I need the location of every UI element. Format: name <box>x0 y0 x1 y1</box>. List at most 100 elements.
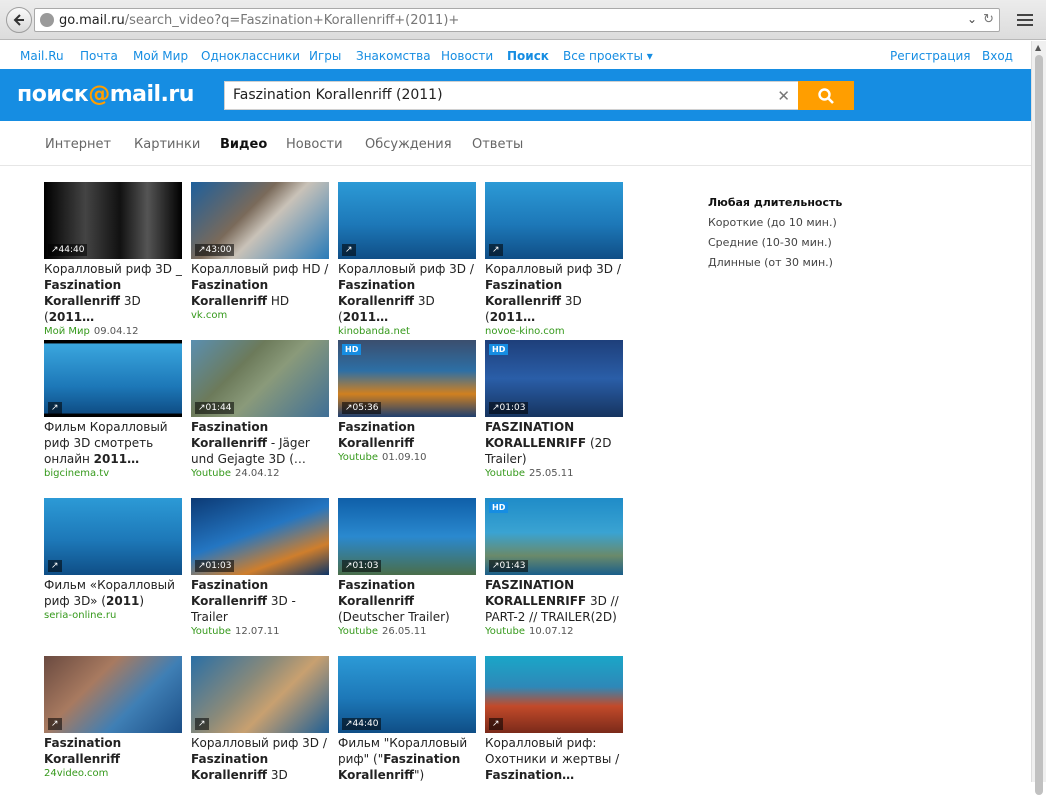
duration-filter: Любая длительность Короткие (до 10 мин.)… <box>708 196 908 276</box>
portal-link-poisk[interactable]: Поиск <box>507 49 549 63</box>
portal-link-igry[interactable]: Игры <box>309 49 341 63</box>
video-source[interactable]: Мой Мир <box>44 326 90 337</box>
filter-short[interactable]: Короткие (до 10 мин.) <box>708 216 908 229</box>
video-card[interactable]: ↗ Коралловый риф: Охотники и жертвы / Fas… <box>485 656 625 795</box>
video-title[interactable]: Faszination Korallenriff 3D - Trailer <box>191 577 331 625</box>
video-title[interactable]: Фильм Коралловый риф 3D смотреть онлайн … <box>44 419 184 467</box>
login-link[interactable]: Вход <box>982 49 1013 63</box>
video-thumbnail[interactable]: ↗ <box>44 340 182 417</box>
portal-link-novosti[interactable]: Новости <box>441 49 493 63</box>
video-thumbnail[interactable]: ↗01:03 <box>338 498 476 575</box>
video-card[interactable]: ↗ Фильм «Коралловый риф 3D» (2011) seria-o… <box>44 498 184 621</box>
video-card[interactable]: ↗ Коралловый риф 3D / Faszination Koralle… <box>485 182 625 337</box>
video-source[interactable]: Youtube <box>485 626 525 637</box>
video-source[interactable]: kinobanda.net <box>338 326 410 337</box>
portal-nav: Mail.Ru Почта Мой Мир Одноклассники Игры… <box>0 41 1031 69</box>
video-thumbnail[interactable]: ↗ <box>485 656 623 733</box>
search-box: ✕ <box>224 81 799 110</box>
mailru-search-logo[interactable]: поиск@mail.ru <box>17 82 194 107</box>
portal-link-odnoklassniki[interactable]: Одноклассники <box>201 49 300 63</box>
address-bar[interactable]: go.mail.ru/search_video?q=Faszination+Ko… <box>34 8 1000 32</box>
video-title[interactable]: Коралловый риф HD / Faszination Korallen… <box>191 261 331 309</box>
register-link[interactable]: Регистрация <box>890 49 970 63</box>
portal-link-mailru[interactable]: Mail.Ru <box>20 49 64 63</box>
video-source[interactable]: novoe-kino.com <box>485 326 565 337</box>
video-source[interactable]: Youtube <box>191 468 231 479</box>
video-thumbnail[interactable]: ↗01:03 <box>191 498 329 575</box>
video-title[interactable]: Коралловый риф 3D / Faszination Korallen… <box>191 735 331 783</box>
video-source[interactable]: bigcinema.tv <box>44 468 109 479</box>
video-source[interactable]: 24video.com <box>44 768 108 779</box>
duration-text: 44:40 <box>352 719 379 729</box>
filter-medium[interactable]: Средние (10-30 мин.) <box>708 236 908 249</box>
video-card[interactable]: HD ↗01:03 FASZINATION KORALLENRIFF (2D Tra… <box>485 340 625 479</box>
video-title[interactable]: Фильм "Коралловый риф" ("Faszination Kor… <box>338 735 478 783</box>
video-thumbnail[interactable]: ↗ <box>44 498 182 575</box>
video-title[interactable]: Коралловый риф 3D / Faszination Korallen… <box>485 261 625 325</box>
video-card[interactable]: ↗ Фильм Коралловый риф 3D смотреть онлайн… <box>44 340 184 479</box>
video-card[interactable]: ↗43:00 Коралловый риф HD / Faszination Ko… <box>191 182 331 321</box>
video-title[interactable]: Фильм «Коралловый риф 3D» (2011) <box>44 577 184 609</box>
video-source[interactable]: Youtube <box>191 626 231 637</box>
portal-link-all-projects[interactable]: Все проекты ▾ <box>563 49 653 63</box>
external-link-icon: ↗ <box>198 719 206 729</box>
video-title[interactable]: Faszination Korallenriff - Jäger und Gej… <box>191 419 331 467</box>
clear-icon[interactable]: ✕ <box>777 87 790 105</box>
scroll-up-arrow-icon[interactable]: ▲ <box>1035 43 1041 52</box>
scroll-thumb[interactable] <box>1035 55 1043 795</box>
video-source[interactable]: vk.com <box>191 310 227 321</box>
tab-discussions[interactable]: Обсуждения <box>365 137 452 152</box>
video-title[interactable]: Faszination Korallenriff (Deutscher Trai… <box>338 577 478 625</box>
video-thumbnail[interactable]: HD ↗01:43 <box>485 498 623 575</box>
video-title[interactable]: FASZINATION KORALLENRIFF 3D // PART-2 //… <box>485 577 625 625</box>
page-scrollbar[interactable]: ▲ <box>1031 41 1046 795</box>
video-title[interactable]: Faszination Korallenriff <box>44 735 184 767</box>
video-card[interactable]: ↗ Коралловый риф 3D / Faszination Koralle… <box>338 182 478 337</box>
duration-text: 01:03 <box>352 561 379 571</box>
video-title[interactable]: FASZINATION KORALLENRIFF (2D Trailer) <box>485 419 625 467</box>
video-title[interactable]: Коралловый риф 3D _ Faszination Korallen… <box>44 261 184 325</box>
filter-long[interactable]: Длинные (от 30 мин.) <box>708 256 908 269</box>
video-thumbnail[interactable]: ↗ <box>485 182 623 259</box>
video-thumbnail[interactable]: ↗ <box>338 182 476 259</box>
video-thumbnail[interactable]: ↗44:40 <box>44 182 182 259</box>
video-thumbnail[interactable]: ↗ <box>191 656 329 733</box>
back-button[interactable] <box>6 7 32 33</box>
search-input[interactable] <box>233 87 773 103</box>
portal-link-pochta[interactable]: Почта <box>80 49 118 63</box>
tab-internet[interactable]: Интернет <box>45 137 111 152</box>
hamburger-menu-icon[interactable] <box>1010 7 1040 33</box>
portal-link-moy-mir[interactable]: Мой Мир <box>133 49 188 63</box>
video-card[interactable]: HD ↗01:43 FASZINATION KORALLENRIFF 3D // P… <box>485 498 625 637</box>
video-card[interactable]: ↗01:03 Faszination Korallenriff (Deutsche… <box>338 498 478 637</box>
video-card[interactable]: ↗ Faszination Korallenriff 24video.com <box>44 656 184 779</box>
search-button[interactable] <box>798 81 854 110</box>
tab-images[interactable]: Картинки <box>134 137 200 152</box>
chevron-down-icon[interactable]: ⌄ <box>967 12 977 26</box>
video-card[interactable]: ↗01:03 Faszination Korallenriff 3D - Trai… <box>191 498 331 637</box>
reload-icon[interactable]: ↻ <box>983 12 994 27</box>
video-title[interactable]: Faszination Korallenriff <box>338 419 478 451</box>
video-card[interactable]: ↗01:44 Faszination Korallenriff - Jäger u… <box>191 340 331 479</box>
video-source[interactable]: Youtube <box>338 626 378 637</box>
video-source[interactable]: seria-online.ru <box>44 610 116 621</box>
video-card[interactable]: ↗44:40 Коралловый риф 3D _ Faszination Ko… <box>44 182 184 337</box>
video-source[interactable]: Youtube <box>338 452 378 463</box>
video-card[interactable]: ↗ Коралловый риф 3D / Faszination Koralle… <box>191 656 331 795</box>
tab-video[interactable]: Видео <box>220 137 267 152</box>
video-thumbnail[interactable]: ↗01:44 <box>191 340 329 417</box>
video-title[interactable]: Коралловый риф: Охотники и жертвы / Fasz… <box>485 735 625 783</box>
video-title[interactable]: Коралловый риф 3D / Faszination Korallen… <box>338 261 478 325</box>
tab-answers[interactable]: Ответы <box>472 137 523 152</box>
tab-news[interactable]: Новости <box>286 137 343 152</box>
video-thumbnail[interactable]: HD ↗05:36 <box>338 340 476 417</box>
video-thumbnail[interactable]: ↗ <box>44 656 182 733</box>
video-thumbnail[interactable]: HD ↗01:03 <box>485 340 623 417</box>
video-source[interactable]: Youtube <box>485 468 525 479</box>
portal-link-znakomstva[interactable]: Знакомства <box>356 49 431 63</box>
video-card[interactable]: HD ↗05:36 Faszination Korallenriff Youtube 0… <box>338 340 478 463</box>
video-thumbnail[interactable]: ↗44:40 <box>338 656 476 733</box>
video-thumbnail[interactable]: ↗43:00 <box>191 182 329 259</box>
video-card[interactable]: ↗44:40 Фильм "Коралловый риф" ("Faszinati… <box>338 656 478 795</box>
filter-any-duration[interactable]: Любая длительность <box>708 196 908 209</box>
